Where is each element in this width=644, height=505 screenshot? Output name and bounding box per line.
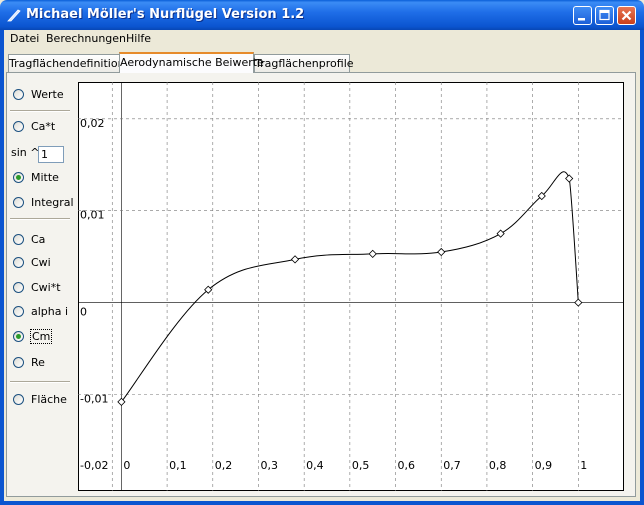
tab-tragflaechendefinition[interactable]: Tragflächendefinition: [8, 54, 125, 72]
maximize-icon: [599, 9, 610, 21]
x-tick-label: 0,7: [443, 459, 461, 472]
radio-label-werte: Werte: [31, 88, 64, 101]
x-tick-label: 0,1: [169, 459, 187, 472]
radio-circle: [13, 331, 24, 342]
data-point: [290, 255, 300, 264]
radio-circle: [13, 121, 24, 132]
y-tick-label: 0,01: [80, 209, 105, 222]
radio-circle: [13, 394, 24, 405]
radio-label-cm: Cm: [29, 329, 53, 344]
radio-label-cat: Ca*t: [31, 120, 56, 133]
radio-label-ca: Ca: [31, 233, 46, 246]
y-tick-label: -0,01: [80, 392, 108, 405]
separator: [10, 110, 70, 112]
radio-label-integral: Integral: [31, 196, 74, 209]
x-tick-label: 0,8: [489, 459, 507, 472]
data-point: [574, 298, 583, 307]
window-title: Michael Möller's Nurflügel Version 1.2: [26, 7, 305, 22]
sin-exponent-input[interactable]: [38, 146, 64, 163]
maximize-button[interactable]: [595, 6, 614, 25]
y-tick-label: 0: [80, 306, 87, 319]
data-point: [496, 229, 505, 238]
sin-exponent-label: sin ^: [11, 146, 40, 159]
x-tick-label: 0,2: [215, 459, 233, 472]
close-icon: [621, 10, 632, 21]
minimize-button[interactable]: [573, 6, 592, 25]
x-tick-label: 1: [580, 459, 587, 472]
radio-label-mitte: Mitte: [31, 171, 59, 184]
radio-circle: [13, 234, 24, 245]
y-tick-label: 0,02: [80, 117, 105, 130]
radio-label-flaeche: Fläche: [31, 393, 67, 406]
menu-hilfe[interactable]: Hilfe: [126, 32, 151, 45]
tab-aerodynamische-beiwerte[interactable]: Aerodynamische Beiwerte: [119, 52, 264, 73]
minimize-icon: [578, 18, 585, 21]
radio-circle: [13, 306, 24, 317]
window-frame-left: [0, 30, 4, 505]
data-point: [437, 247, 446, 257]
data-point: [565, 174, 574, 183]
radio-circle: [13, 257, 24, 268]
x-tick-label: 0: [123, 459, 130, 472]
x-tick-label: 0,3: [260, 459, 278, 472]
tab-tragflaechenprofile[interactable]: Tragflächenprofile: [254, 54, 354, 72]
radio-label-re: Re: [31, 356, 45, 369]
x-tick-label: 0,5: [352, 459, 370, 472]
radio-circle: [13, 89, 24, 100]
radio-label-alphai: alpha i: [31, 305, 69, 318]
radio-circle: [13, 282, 24, 293]
radio-label-cwi: Cwi: [31, 256, 51, 269]
close-button[interactable]: [617, 6, 636, 25]
x-tick-label: 0,9: [535, 459, 553, 472]
x-tick-label: 0,4: [306, 459, 324, 472]
data-point: [117, 397, 126, 406]
radio-circle: [13, 172, 24, 183]
radio-circle: [13, 357, 24, 368]
separator: [10, 218, 70, 220]
menu-datei[interactable]: Datei: [10, 32, 39, 45]
menu-bar: Datei Berechnungen Hilfe: [4, 30, 640, 48]
window-frame-bottom: [0, 501, 644, 505]
data-point: [368, 249, 377, 258]
x-tick-label: 0,6: [398, 459, 416, 472]
menu-berechnungen[interactable]: Berechnungen: [46, 32, 126, 45]
title-bar: Michael Möller's Nurflügel Version 1.2: [0, 0, 644, 30]
radio-label-cwit: Cwi*t: [31, 281, 61, 294]
radio-circle: [13, 197, 24, 208]
separator: [10, 381, 70, 383]
x-tick-label: -0,02: [80, 459, 108, 472]
chart-svg: -0,02 0 0,1 0,2 0,3 0,4 0,5 0,6 0,7 0,8 0,9 1 0,02 0,…: [78, 82, 624, 491]
app-icon: [7, 9, 21, 22]
window-frame-right: [640, 30, 644, 505]
